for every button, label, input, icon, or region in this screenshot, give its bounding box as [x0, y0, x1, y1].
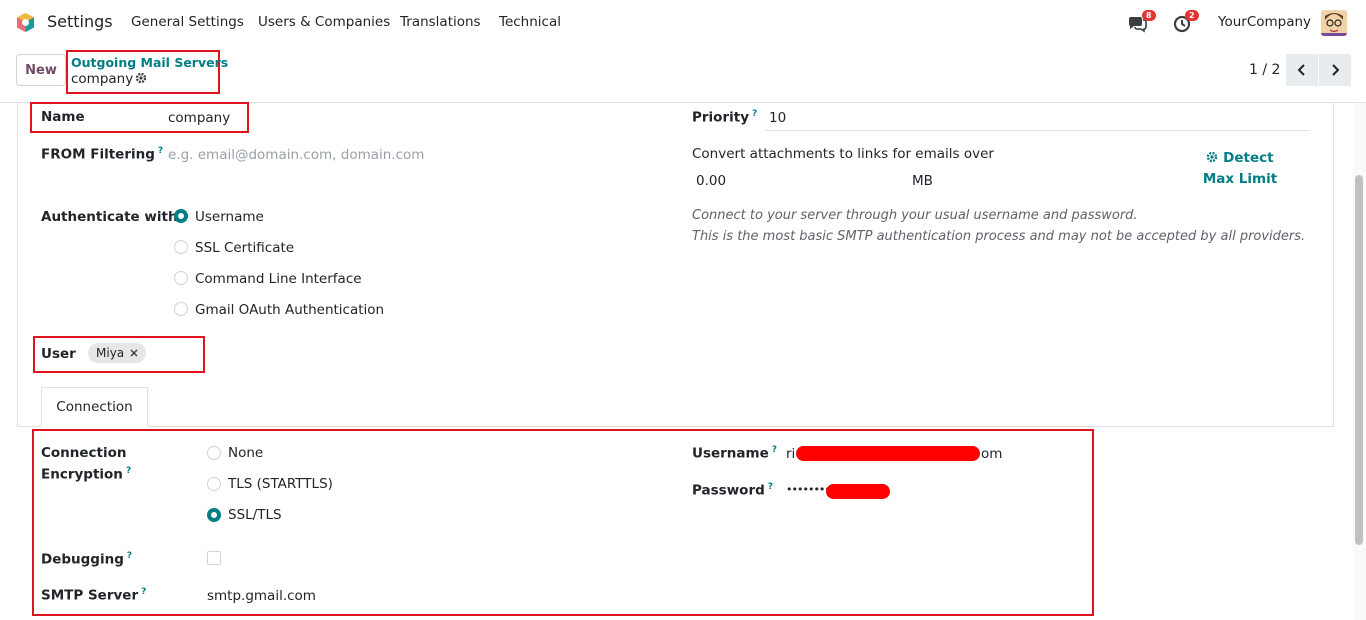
auth-radio-cli[interactable]: [174, 271, 188, 285]
smtp-server-label: SMTP Server?: [41, 587, 147, 604]
auth-option-gmail-oauth[interactable]: Gmail OAuth Authentication: [195, 302, 384, 318]
auth-note-line1: Connect to your server through your usua…: [692, 208, 1138, 223]
user-tag[interactable]: Miya: [88, 343, 147, 363]
auth-option-ssl-certificate[interactable]: SSL Certificate: [195, 240, 294, 256]
tab-connection[interactable]: Connection: [41, 387, 148, 427]
encryption-radio-none[interactable]: [207, 446, 221, 460]
convert-attachments-label: Convert attachments to links for emails …: [692, 146, 994, 162]
auth-note-line2: This is the most basic SMTP authenticati…: [692, 229, 1306, 244]
menu-users-companies[interactable]: Users & Companies: [258, 14, 390, 30]
smtp-server-input[interactable]: smtp.gmail.com: [207, 588, 316, 604]
user-tag-label: Miya: [96, 346, 125, 360]
name-input[interactable]: company: [168, 110, 230, 126]
help-icon[interactable]: ?: [141, 587, 146, 597]
convert-unit: MB: [912, 173, 933, 189]
detect-max-limit-button[interactable]: Detect Max Limit: [1192, 148, 1288, 190]
encryption-radio-ssl-tls[interactable]: [207, 508, 221, 522]
close-icon[interactable]: [130, 349, 138, 357]
activity-badge: 2: [1185, 10, 1199, 21]
help-icon[interactable]: ?: [768, 482, 773, 492]
new-button[interactable]: New: [16, 54, 66, 86]
auth-radio-ssl-certificate[interactable]: [174, 240, 188, 254]
encryption-option-starttls[interactable]: TLS (STARTTLS): [228, 476, 333, 492]
chevron-right-icon: [1332, 64, 1340, 76]
auth-radio-gmail-oauth[interactable]: [174, 302, 188, 316]
menu-general-settings[interactable]: General Settings: [131, 14, 244, 30]
authenticate-with-label: Authenticate with: [41, 209, 178, 225]
username-redaction: [796, 446, 980, 461]
tab-bar-line: [17, 426, 1334, 427]
menu-translations[interactable]: Translations: [400, 14, 481, 30]
help-icon[interactable]: ?: [126, 466, 131, 476]
company-switcher[interactable]: YourCompany: [1218, 14, 1311, 30]
priority-label: Priority?: [692, 109, 758, 126]
app-title[interactable]: Settings: [47, 12, 113, 31]
from-filtering-input[interactable]: e.g. email@domain.com, domain.com: [168, 147, 424, 163]
help-icon[interactable]: ?: [772, 445, 777, 455]
debugging-label: Debugging?: [41, 551, 133, 568]
breadcrumb-parent-link[interactable]: Outgoing Mail Servers: [71, 55, 228, 70]
username-input-suffix[interactable]: om: [981, 446, 1002, 462]
password-label: Password?: [692, 482, 774, 499]
scrollbar-thumb[interactable]: [1355, 175, 1363, 545]
auth-option-cli[interactable]: Command Line Interface: [195, 271, 362, 287]
priority-underline: [765, 130, 1310, 131]
menu-technical[interactable]: Technical: [499, 14, 561, 30]
gear-icon[interactable]: [135, 72, 147, 84]
help-icon[interactable]: ?: [752, 109, 757, 119]
auth-option-username[interactable]: Username: [195, 209, 264, 225]
user-avatar[interactable]: [1321, 10, 1347, 36]
username-input-prefix[interactable]: ri: [786, 446, 795, 462]
pager-previous-button[interactable]: [1286, 54, 1318, 86]
name-label: Name: [41, 109, 85, 125]
help-icon[interactable]: ?: [158, 146, 163, 156]
from-filtering-label: FROM Filtering?: [41, 146, 164, 163]
encryption-option-none[interactable]: None: [228, 445, 263, 461]
password-input[interactable]: ••••••••: [786, 483, 831, 496]
odoo-logo-icon[interactable]: [15, 12, 36, 33]
chevron-left-icon: [1297, 64, 1305, 76]
user-label: User: [41, 346, 76, 362]
pager-next-button[interactable]: [1319, 54, 1351, 86]
connection-encryption-label-line1: Connection: [41, 445, 127, 461]
help-icon[interactable]: ?: [127, 551, 132, 561]
debugging-checkbox[interactable]: [207, 551, 221, 565]
username-label: Username?: [692, 445, 777, 462]
password-redaction: [826, 484, 890, 499]
gear-icon: [1207, 151, 1218, 163]
connection-encryption-label-line2: Encryption?: [41, 466, 132, 483]
convert-attachments-input[interactable]: 0.00: [696, 173, 726, 189]
breadcrumb-current: company: [71, 71, 134, 87]
priority-input[interactable]: 10: [769, 110, 786, 126]
messages-badge: 8: [1142, 10, 1156, 21]
top-navbar: Settings General Settings Users & Compan…: [0, 0, 1366, 45]
encryption-option-ssl-tls[interactable]: SSL/TLS: [228, 507, 282, 523]
pager-value[interactable]: 1 / 2: [1249, 62, 1280, 78]
encryption-radio-starttls[interactable]: [207, 477, 221, 491]
auth-radio-username[interactable]: [174, 209, 188, 223]
